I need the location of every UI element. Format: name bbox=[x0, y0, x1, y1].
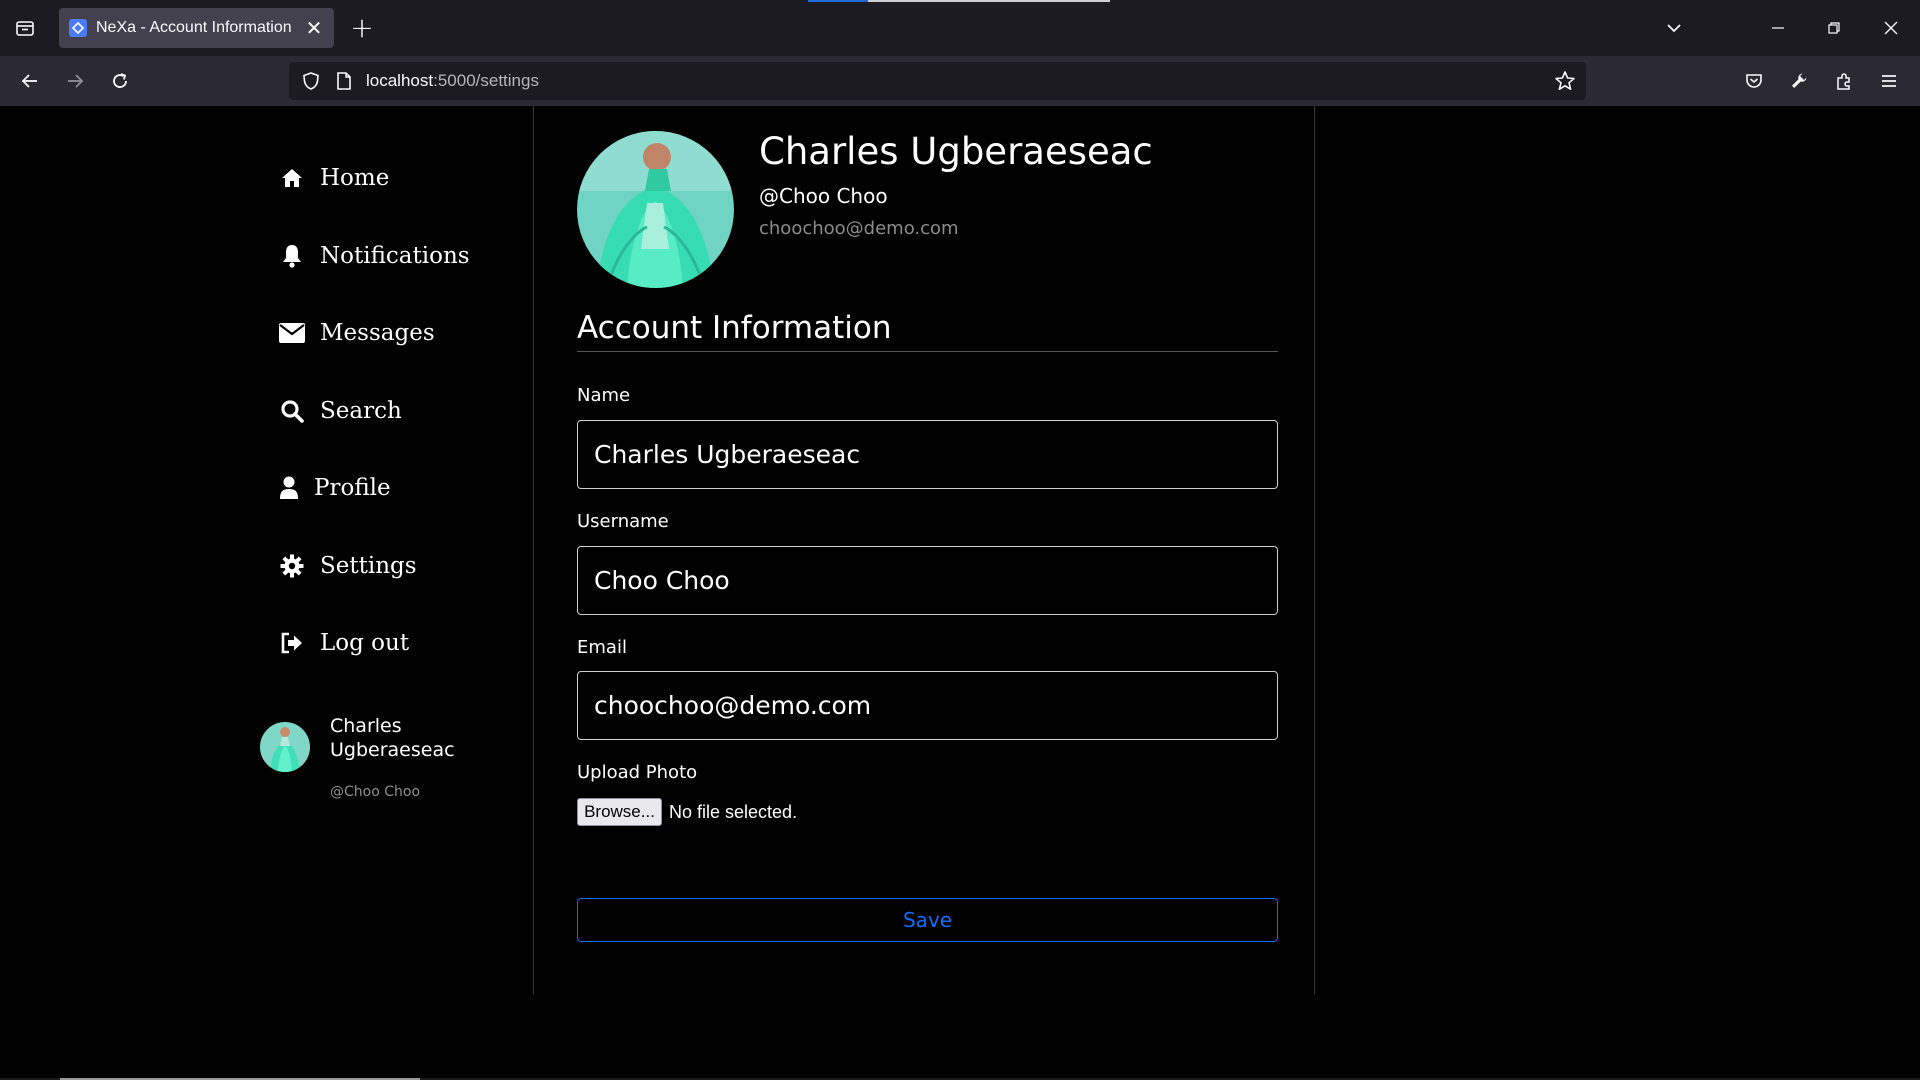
restore-icon bbox=[1828, 22, 1840, 34]
sidebar-item-label: Profile bbox=[314, 475, 391, 501]
username-input[interactable] bbox=[577, 546, 1278, 615]
profile-handle: @Choo Choo bbox=[759, 184, 888, 208]
settings-main: Charles Ugberaeseac @Choo Choo choochoo@… bbox=[577, 106, 1315, 994]
forward-button[interactable] bbox=[57, 63, 93, 99]
sidebar-item-label: Search bbox=[320, 398, 402, 424]
home-icon bbox=[278, 164, 306, 192]
app-menu-button[interactable] bbox=[1871, 63, 1907, 99]
browser-nav-bar: localhost:5000/settings bbox=[0, 56, 1920, 106]
arrow-right-icon bbox=[68, 74, 84, 88]
file-upload-control: Browse... No file selected. bbox=[577, 798, 797, 826]
page-info-icon[interactable] bbox=[335, 71, 353, 95]
sidebar-item-logout[interactable]: Log out bbox=[278, 623, 409, 663]
sidebar-item-search[interactable]: Search bbox=[278, 391, 402, 431]
profile-email: choochoo@demo.com bbox=[759, 218, 959, 239]
url-text[interactable]: localhost:5000/settings bbox=[366, 71, 539, 91]
page-content: Home Notifications Messages Search Profi… bbox=[0, 106, 1920, 1080]
username-label: Username bbox=[577, 511, 669, 532]
main-column-divider bbox=[1314, 106, 1315, 994]
browser-tab-bar: NeXa - Account Information ✕ + bbox=[0, 0, 1920, 56]
url-host: localhost bbox=[366, 71, 434, 90]
loading-indicator bbox=[808, 0, 1110, 2]
sidebar-item-messages[interactable]: Messages bbox=[278, 313, 435, 353]
reload-icon bbox=[113, 73, 127, 88]
url-path: :5000/settings bbox=[433, 71, 539, 90]
name-input[interactable] bbox=[577, 420, 1278, 489]
sidebar-item-label: Messages bbox=[320, 320, 435, 346]
search-icon bbox=[278, 397, 306, 425]
bookmark-star-icon[interactable] bbox=[1554, 70, 1576, 96]
avatar bbox=[260, 722, 310, 772]
list-all-tabs-button[interactable] bbox=[1654, 10, 1694, 46]
section-title: Account Information bbox=[577, 310, 892, 346]
pocket-button[interactable] bbox=[1736, 63, 1772, 99]
sidebar-item-label: Home bbox=[320, 165, 390, 191]
tab-list-icon bbox=[16, 21, 34, 36]
user-icon bbox=[278, 474, 300, 502]
sidebar-item-label: Log out bbox=[320, 630, 410, 656]
reload-button[interactable] bbox=[102, 63, 138, 99]
site-favicon-icon bbox=[69, 19, 87, 37]
profile-name: Charles Ugberaeseac bbox=[759, 130, 1153, 173]
email-label: Email bbox=[577, 637, 627, 658]
envelope-icon bbox=[278, 319, 306, 347]
sidebar-user-handle: @Choo Choo bbox=[330, 784, 421, 800]
profile-avatar bbox=[577, 131, 734, 288]
tab-title: NeXa - Account Information bbox=[96, 19, 292, 36]
save-button[interactable]: Save bbox=[577, 898, 1278, 942]
wrench-icon bbox=[1792, 73, 1807, 88]
logout-icon bbox=[278, 629, 306, 657]
file-status-text: No file selected. bbox=[669, 801, 798, 822]
extensions-button[interactable] bbox=[1826, 63, 1862, 99]
tab-close-icon[interactable]: ✕ bbox=[304, 18, 324, 38]
tracking-shield-icon[interactable] bbox=[301, 71, 321, 95]
upload-photo-label: Upload Photo bbox=[577, 762, 698, 783]
sidebar-nav: Home Notifications Messages Search Profi… bbox=[260, 106, 534, 994]
email-input[interactable] bbox=[577, 671, 1278, 740]
url-bar[interactable]: localhost:5000/settings bbox=[289, 62, 1586, 100]
sidebar-item-home[interactable]: Home bbox=[278, 158, 389, 198]
sidebar-item-label: Settings bbox=[320, 553, 417, 579]
minimize-icon bbox=[1772, 27, 1784, 29]
sidebar-item-settings[interactable]: Settings bbox=[278, 546, 417, 586]
back-button[interactable] bbox=[12, 63, 48, 99]
sidebar-item-label: Notifications bbox=[320, 243, 470, 269]
puzzle-icon bbox=[1837, 73, 1850, 90]
section-divider bbox=[577, 351, 1278, 352]
browse-button[interactable]: Browse... bbox=[577, 798, 662, 826]
sidebar-user-name: Charles Ugberaeseac bbox=[330, 715, 455, 761]
close-window-button[interactable] bbox=[1871, 10, 1911, 46]
restore-button[interactable] bbox=[1814, 10, 1854, 46]
sidebar-item-profile[interactable]: Profile bbox=[278, 468, 391, 508]
bell-icon bbox=[278, 242, 306, 270]
close-icon bbox=[1884, 21, 1898, 35]
chevron-down-icon bbox=[1667, 24, 1681, 33]
hamburger-menu-icon bbox=[1882, 75, 1896, 87]
tab-list-button[interactable] bbox=[6, 9, 44, 47]
dev-tools-button[interactable] bbox=[1781, 63, 1817, 99]
new-tab-button[interactable]: + bbox=[344, 9, 380, 47]
browser-tab-active[interactable]: NeXa - Account Information ✕ bbox=[59, 8, 334, 48]
name-label: Name bbox=[577, 385, 631, 406]
pocket-icon bbox=[1746, 74, 1762, 88]
gear-icon bbox=[278, 552, 306, 580]
minimize-button[interactable] bbox=[1758, 10, 1798, 46]
arrow-left-icon bbox=[21, 74, 37, 88]
sidebar-user-card[interactable]: Charles Ugberaeseac @Choo Choo bbox=[260, 714, 520, 804]
sidebar-item-notifications[interactable]: Notifications bbox=[278, 236, 470, 276]
